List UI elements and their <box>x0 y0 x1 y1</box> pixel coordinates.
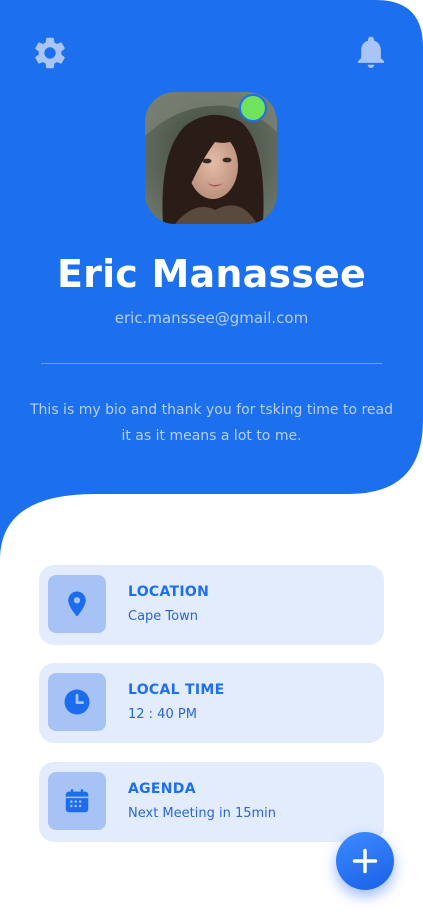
notifications-button[interactable] <box>351 33 391 73</box>
add-button[interactable] <box>336 832 394 890</box>
location-title: LOCATION <box>128 584 210 600</box>
local-time-card[interactable]: LOCAL TIME 12 : 40 PM <box>39 663 384 743</box>
agenda-title: AGENDA <box>128 781 196 797</box>
settings-button[interactable] <box>30 33 70 73</box>
profile-email: eric.manssee@gmail.com <box>114 309 309 327</box>
calendar-icon-tile <box>48 772 106 830</box>
divider <box>41 363 382 364</box>
location-icon-tile <box>48 575 106 633</box>
clock-icon-tile <box>48 673 106 731</box>
online-status-dot <box>239 94 267 122</box>
profile-name: Eric Manassee <box>56 252 366 296</box>
location-value: Cape Town <box>128 609 198 624</box>
location-card[interactable]: LOCATION Cape Town <box>39 565 384 645</box>
calendar-icon <box>65 789 89 813</box>
plus-icon <box>352 848 378 874</box>
location-pin-icon <box>68 591 86 617</box>
bell-icon <box>357 36 385 68</box>
gear-icon <box>35 37 65 69</box>
local-time-value: 12 : 40 PM <box>128 707 197 722</box>
agenda-value: Next Meeting in 15min <box>128 806 277 821</box>
local-time-title: LOCAL TIME <box>128 682 225 698</box>
agenda-card[interactable]: AGENDA Next Meeting in 15min <box>39 762 384 842</box>
avatar-wrapper <box>145 92 277 224</box>
profile-screen: Eric Manassee eric.manssee@gmail.com Thi… <box>0 0 423 914</box>
clock-icon <box>64 689 90 715</box>
profile-bio: This is my bio and thank you for tsking … <box>30 402 393 444</box>
